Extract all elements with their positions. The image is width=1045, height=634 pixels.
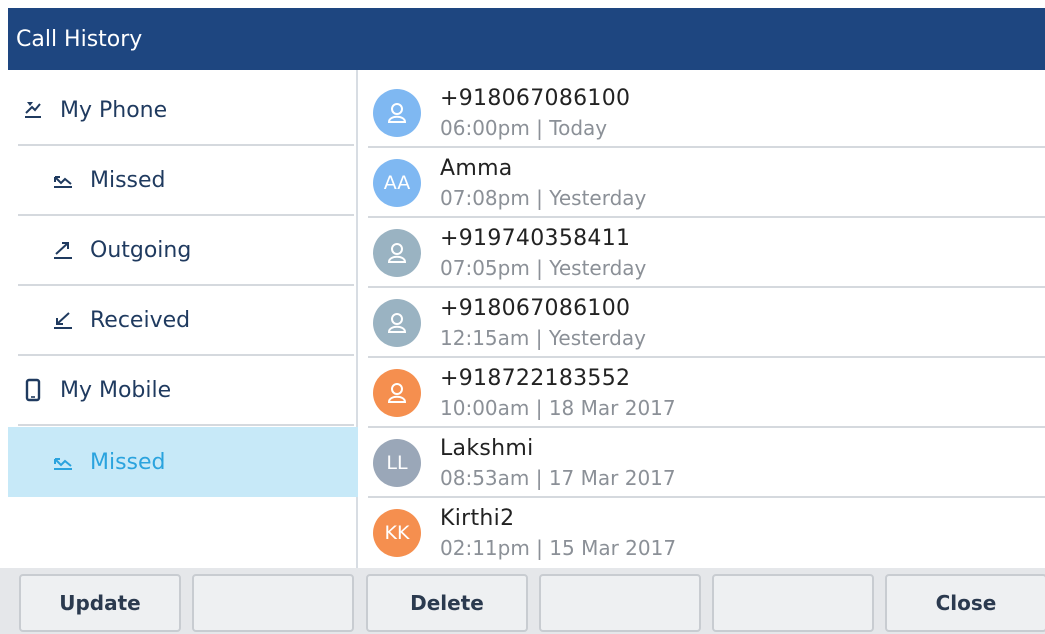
avatar: [373, 299, 421, 347]
call-time: 08:53am | 17 Mar 2017: [440, 466, 676, 490]
sidebar-item-label: Missed: [90, 449, 166, 475]
avatar: AA: [373, 159, 421, 207]
person-icon: [387, 243, 407, 263]
list-item[interactable]: AA Amma 07:08pm | Yesterday: [368, 148, 1045, 218]
avatar: [373, 229, 421, 277]
softkey-empty-1[interactable]: [192, 574, 354, 632]
sidebar-item-my-mobile[interactable]: My Mobile: [18, 356, 354, 426]
avatar: [373, 369, 421, 417]
avatar: KK: [373, 509, 421, 557]
call-time: 07:05pm | Yesterday: [440, 256, 647, 280]
list-item[interactable]: +919740358411 07:05pm | Yesterday: [368, 218, 1045, 288]
person-icon: [387, 383, 407, 403]
contact-name: Kirthi2: [440, 506, 515, 531]
call-time: 07:08pm | Yesterday: [440, 186, 647, 210]
sidebar-item-my-phone[interactable]: My Phone: [18, 76, 354, 146]
contact-name: Lakshmi: [440, 436, 534, 461]
outgoing-call-icon: [50, 237, 76, 263]
received-call-icon: [50, 307, 76, 333]
close-button[interactable]: Close: [885, 574, 1045, 632]
sidebar-item-label: Outgoing: [90, 237, 192, 263]
call-time: 10:00am | 18 Mar 2017: [440, 396, 676, 420]
person-icon: [387, 313, 407, 333]
sidebar-item-received[interactable]: Received: [18, 286, 354, 356]
list-item[interactable]: KK Kirthi2 02:11pm | 15 Mar 2017: [368, 498, 1045, 568]
call-time: 06:00pm | Today: [440, 116, 608, 140]
delete-button[interactable]: Delete: [366, 574, 528, 632]
avatar: [373, 89, 421, 137]
missed-call-icon: [50, 449, 76, 475]
sidebar-item-label: Received: [90, 307, 191, 333]
page-title: Call History: [16, 26, 143, 52]
contact-name: +918722183552: [440, 366, 631, 391]
contact-name: +919740358411: [440, 226, 631, 251]
softkey-empty-3[interactable]: [712, 574, 874, 632]
contact-name: Amma: [440, 156, 513, 181]
person-icon: [387, 103, 407, 123]
contact-name: +918067086100: [440, 86, 631, 111]
avatar: LL: [373, 439, 421, 487]
sidebar: My Phone Missed Outgoing Received My Mob…: [8, 70, 358, 568]
sidebar-item-missed[interactable]: Missed: [18, 146, 354, 216]
phone-history-icon: [20, 97, 46, 123]
call-list: +918067086100 06:00pm | Today AA Amma 07…: [360, 70, 1045, 568]
softkey-empty-2[interactable]: [539, 574, 701, 632]
missed-call-icon: [50, 167, 76, 193]
sidebar-item-mobile-missed[interactable]: Missed: [8, 427, 358, 497]
softkey-bar: Update Delete Close: [0, 568, 1045, 634]
title-bar: Call History: [8, 8, 1045, 70]
sidebar-item-label: My Mobile: [60, 377, 172, 403]
sidebar-item-label: Missed: [90, 167, 166, 193]
call-time: 12:15am | Yesterday: [440, 326, 646, 350]
mobile-phone-icon: [20, 377, 46, 403]
call-time: 02:11pm | 15 Mar 2017: [440, 536, 677, 560]
list-item[interactable]: +918067086100 06:00pm | Today: [368, 78, 1045, 148]
contact-name: +918067086100: [440, 296, 631, 321]
sidebar-item-outgoing[interactable]: Outgoing: [18, 216, 354, 286]
sidebar-item-label: My Phone: [60, 97, 168, 123]
list-item[interactable]: +918722183552 10:00am | 18 Mar 2017: [368, 358, 1045, 428]
list-item[interactable]: +918067086100 12:15am | Yesterday: [368, 288, 1045, 358]
update-button[interactable]: Update: [19, 574, 181, 632]
list-item[interactable]: LL Lakshmi 08:53am | 17 Mar 2017: [368, 428, 1045, 498]
